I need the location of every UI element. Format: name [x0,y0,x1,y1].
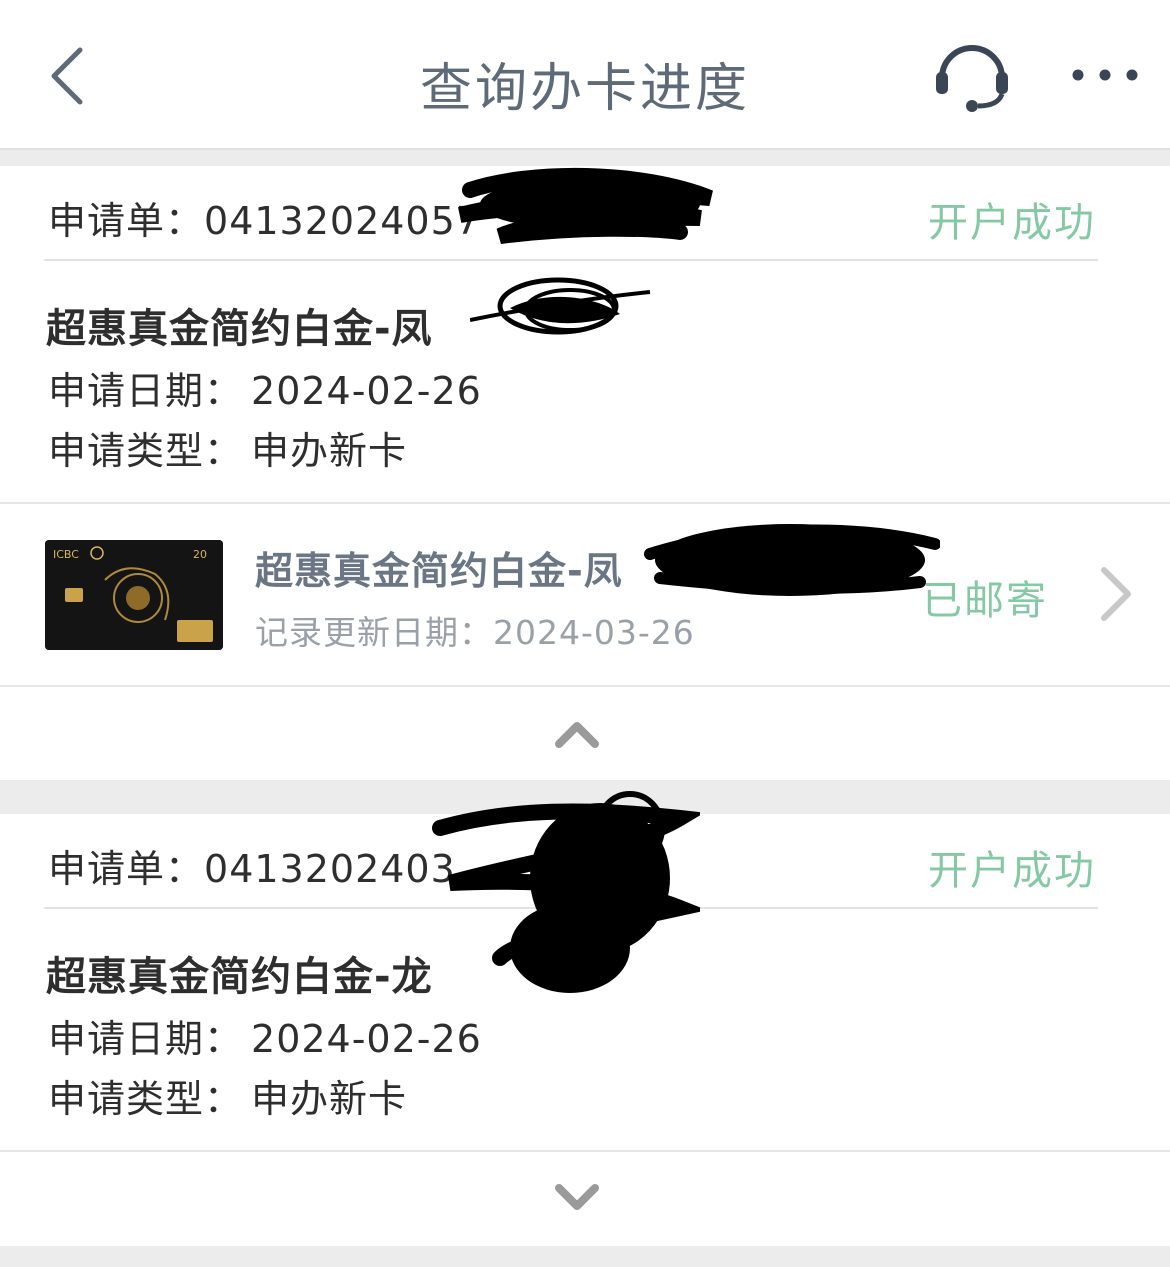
chevron-up-icon [555,722,599,748]
divider [44,259,1098,261]
collapse-toggle[interactable] [0,688,1170,780]
apply-type: 申请类型： 申办新卡 [48,1068,407,1123]
credit-card-image: ICBC 20 [45,540,223,650]
apply-type: 申请类型： 申办新卡 [48,420,407,475]
application-number-row: 申请单：0413202403 开户成功 [0,814,1170,910]
divider [0,502,1170,504]
application-number-label: 申请单： [48,199,205,243]
application-number: 申请单：04132024057 [48,190,481,245]
card-item-status: 已邮寄 [922,578,1048,624]
product-name: 超惠真金简约白金-凤 [46,306,433,352]
chevron-down-icon [555,1184,599,1210]
expand-toggle[interactable] [0,1152,1170,1244]
apply-type-label: 申请类型： [48,429,244,473]
updated-date: 2024-03-26 [493,613,695,652]
application-status: 开户成功 [928,848,1096,894]
product-name: 超惠真金简约白金-龙 [46,954,433,1000]
headset-icon[interactable] [932,38,1012,114]
card-item-title: 超惠真金简约白金-凤 [255,549,623,593]
apply-date-value: 2024-02-26 [251,369,482,413]
svg-text:20: 20 [193,548,207,561]
apply-type-value: 申办新卡 [251,1077,408,1121]
application-number-value: 04132024057 [204,199,481,243]
application-card: 申请单：0413202403 开户成功 超惠真金简约白金-龙 申请日期： 2024… [0,814,1170,1246]
more-dots-icon[interactable] [1068,60,1142,90]
application-card: 申请单：04132024057 开户成功 超惠真金简约白金-凤 申请日期： 202… [0,166,1170,780]
apply-date-value: 2024-02-26 [251,1017,482,1061]
apply-date-label: 申请日期： [48,369,244,413]
apply-date-label: 申请日期： [48,1017,244,1061]
application-status: 开户成功 [928,200,1096,246]
apply-date: 申请日期： 2024-02-26 [48,1008,482,1063]
application-number-row: 申请单：04132024057 开户成功 [0,166,1170,262]
application-number: 申请单：0413202403 [48,838,456,893]
chevron-right-icon[interactable] [1094,564,1136,624]
card-progress-item[interactable]: ICBC 20 超惠真金简约白金-凤 记录更新日期：2024-03-26 已邮寄 [0,506,1170,686]
application-number-value: 0413202403 [204,847,456,891]
apply-type-label: 申请类型： [48,1077,244,1121]
apply-type-value: 申办新卡 [251,429,408,473]
svg-text:ICBC: ICBC [53,548,79,561]
divider [0,685,1170,687]
updated-label: 记录更新日期： [255,613,493,652]
divider [44,907,1098,909]
card-item-updated: 记录更新日期：2024-03-26 [255,606,695,654]
application-number-label: 申请单： [48,847,205,891]
nav-bar: 查询办卡进度 [0,0,1170,150]
apply-date: 申请日期： 2024-02-26 [48,360,482,415]
